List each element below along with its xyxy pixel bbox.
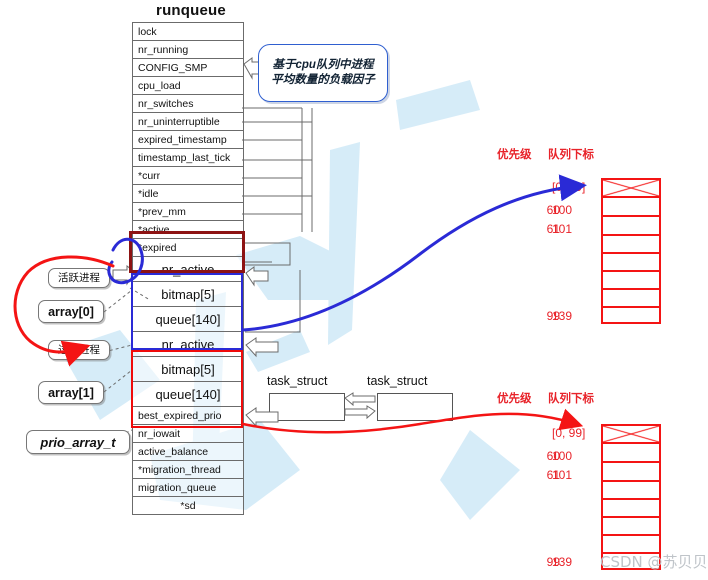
rq-field: *curr	[133, 167, 243, 185]
top-priority-queue-array	[601, 178, 661, 324]
rq-field: nr_uninterruptible	[133, 113, 243, 131]
rq-field: nr_switches	[133, 95, 243, 113]
queue-cell	[603, 236, 659, 254]
label-array0: array[0]	[38, 300, 104, 323]
queue-cell	[603, 444, 659, 463]
queue-cell	[603, 290, 659, 308]
top-index-value: 101	[552, 222, 573, 236]
rq-field: CONFIG_SMP	[133, 59, 243, 77]
bottom-index-value: [0, 99]	[552, 426, 586, 440]
task-struct-2-box	[377, 393, 453, 421]
bottom-index-value: 100	[552, 449, 573, 463]
callout-line-2: 平均数量的负载因子	[271, 74, 375, 86]
queue-cell	[603, 272, 659, 290]
rq-field: *migration_thread	[133, 461, 243, 479]
top-queue-index-header: 队列下标	[548, 149, 594, 161]
label-expired-processes: 过期进程	[48, 340, 110, 360]
array0-queue: queue[140]	[133, 307, 243, 332]
array0-nr-active: nr_active	[133, 257, 243, 282]
queue-cell	[603, 217, 659, 236]
array0-bitmap: bitmap[5]	[133, 282, 243, 307]
queue-cell	[603, 308, 659, 326]
queue-cell	[603, 180, 659, 198]
rq-field-active-ptr: *active	[133, 221, 243, 239]
rq-field: cpu_load	[133, 77, 243, 95]
top-priority-header: 优先级	[497, 149, 532, 161]
queue-cell	[603, 198, 659, 217]
task-struct-2-label: task_struct	[367, 374, 428, 388]
task-struct-1-box	[269, 393, 345, 421]
rq-field: *prev_mm	[133, 203, 243, 221]
queue-cell	[603, 482, 659, 500]
bottom-queue-index-header: 队列下标	[548, 393, 594, 405]
label-active-processes: 活跃进程	[48, 268, 110, 288]
top-index-value: 139	[552, 309, 573, 323]
runqueue-struct: lock nr_running CONFIG_SMP cpu_load nr_s…	[132, 22, 244, 515]
csdn-watermark: CSDN @苏贝贝	[600, 553, 708, 571]
queue-cell	[603, 254, 659, 272]
rq-field: *sd	[133, 497, 243, 515]
rq-field: active_balance	[133, 443, 243, 461]
rq-field: nr_running	[133, 41, 243, 59]
queue-cell	[603, 500, 659, 518]
callout-line-1: 基于cpu队列中进程	[272, 59, 374, 71]
rq-field-expired-ptr: *expired	[133, 239, 243, 257]
array1-nr-active: nr_active	[133, 332, 243, 357]
rq-field: nr_iowait	[133, 425, 243, 443]
bottom-priority-header: 优先级	[497, 393, 532, 405]
bottom-index-value: 101	[552, 468, 573, 482]
queue-cell	[603, 518, 659, 536]
bottom-priority-queue-array	[601, 424, 661, 570]
rq-field: lock	[133, 23, 243, 41]
queue-cell	[603, 426, 659, 444]
cpu-load-callout: 基于cpu队列中进程 平均数量的负载因子	[258, 44, 388, 102]
array1-queue: queue[140]	[133, 382, 243, 407]
queue-cell	[603, 463, 659, 482]
top-index-value: 100	[552, 203, 573, 217]
bottom-index-value: 139	[552, 555, 573, 569]
diagram-canvas: runqueue lock nr_running CONFIG_SMP cpu_…	[0, 0, 708, 580]
top-index-value: [0, 99]	[552, 180, 586, 194]
label-array1: array[1]	[38, 381, 104, 404]
rq-field: timestamp_last_tick	[133, 149, 243, 167]
task-struct-1-label: task_struct	[267, 374, 328, 388]
label-prio-array-t: prio_array_t	[26, 430, 130, 454]
array1-bitmap: bitmap[5]	[133, 357, 243, 382]
rq-field: expired_timestamp	[133, 131, 243, 149]
rq-field: migration_queue	[133, 479, 243, 497]
page-title: runqueue	[156, 2, 226, 19]
rq-field: best_expired_prio	[133, 407, 243, 425]
rq-field: *idle	[133, 185, 243, 203]
